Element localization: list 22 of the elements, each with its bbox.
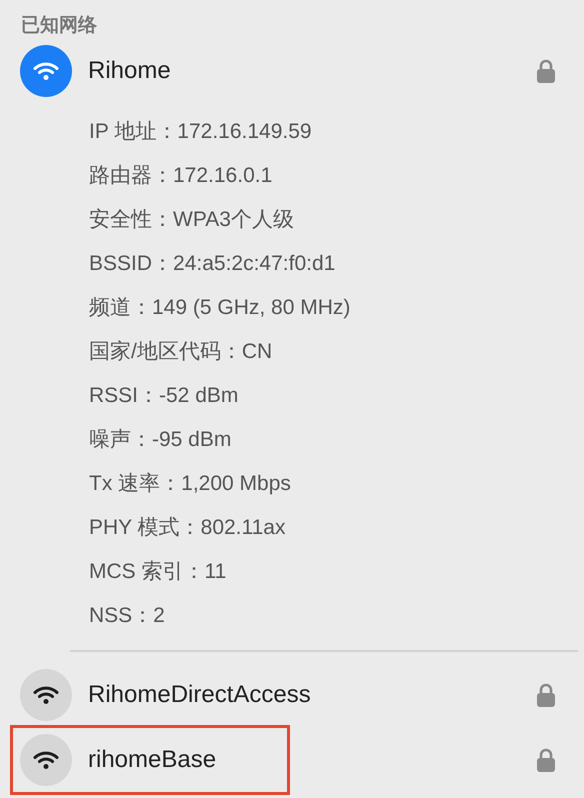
detail-text: 频道：149 (5 GHz, 80 MHz) [89, 295, 352, 321]
section-title: 已知网络 [21, 14, 98, 38]
wifi-icon [33, 685, 59, 705]
detail-text: NSS：2 [89, 603, 166, 629]
detail-text: MCS 索引：11 [89, 559, 228, 585]
lock-icon [536, 682, 556, 708]
detail-text: PHY 模式：802.11ax [89, 515, 286, 541]
detail-text: 路由器：172.16.0.1 [89, 163, 274, 189]
detail-text: IP 地址：172.16.149.59 [89, 119, 313, 145]
network-name[interactable]: rihomeBase [88, 742, 216, 778]
lock-icon [536, 58, 556, 84]
detail-text: 噪声：-95 dBm [89, 427, 232, 453]
detail-text: 国家/地区代码：CN [89, 339, 274, 365]
detail-text: RSSI：-52 dBm [89, 383, 240, 409]
detail-text: 安全性：WPA3个人级 [89, 207, 295, 233]
detail-text: Tx 速率：1,200 Mbps [89, 471, 292, 497]
wifi-icon [33, 61, 59, 81]
network-name[interactable]: Rihome [88, 53, 171, 89]
detail-text: BSSID：24:a5:2c:47:f0:d1 [89, 251, 336, 277]
wifi-icon [33, 750, 59, 770]
network-name[interactable]: RihomeDirectAccess [88, 677, 311, 713]
lock-icon [536, 747, 556, 773]
